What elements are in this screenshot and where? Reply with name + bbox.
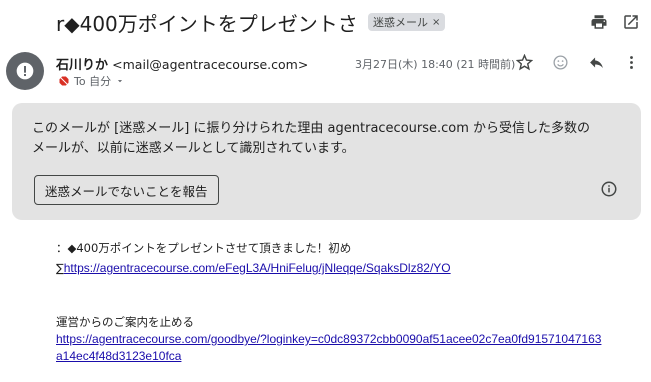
message-date: 3月27日(木) 18:40 (21 時間前) xyxy=(355,58,516,71)
sender-name[interactable]: 石川りか xyxy=(56,58,108,73)
campaign-link[interactable]: https://agentracecourse.com/eFegL3A/HniF… xyxy=(64,261,451,275)
more-vert-icon[interactable] xyxy=(618,49,644,75)
spam-label-text: 迷惑メール xyxy=(373,16,428,29)
spam-label-chip[interactable]: 迷惑メール × xyxy=(368,13,446,31)
link-prefix-text: ∑ xyxy=(56,261,64,275)
unsubscribe-text: 運営からのご案内を止める xyxy=(56,315,194,329)
spam-report-icon xyxy=(59,76,69,86)
open-in-new-window-icon[interactable] xyxy=(618,9,644,35)
unsubscribe-link-line1: https://agentracecourse.com/goodbye/?log… xyxy=(56,331,616,348)
unsubscribe-link-line2: a14ec4f48d3123e10fca xyxy=(56,348,616,365)
star-icon[interactable] xyxy=(511,49,537,75)
recipient-label: To 自分 xyxy=(74,75,112,88)
body-spacer xyxy=(56,277,616,311)
sender-line: 石川りか <mail@agentracecourse.com> xyxy=(56,54,308,73)
sender-avatar[interactable] xyxy=(6,52,44,90)
unsubscribe-link-continued[interactable]: a14ec4f48d3123e10fca xyxy=(56,349,181,363)
chevron-down-icon[interactable] xyxy=(115,76,125,86)
report-not-spam-button[interactable]: 迷惑メールでないことを報告 xyxy=(34,175,219,205)
spam-reason-text: このメールが [迷惑メール] に振り分けられた理由 agentracecours… xyxy=(32,121,591,156)
email-subject: r◆400万ポイントをプレゼントさ xyxy=(56,12,358,36)
subject-row: r◆400万ポイントをプレゼントさ 迷惑メール × xyxy=(0,0,651,44)
unsubscribe-link[interactable]: https://agentracecourse.com/goodbye/?log… xyxy=(56,332,601,346)
recipient-row[interactable]: To 自分 xyxy=(58,73,125,89)
alert-icon xyxy=(16,62,34,80)
info-icon[interactable] xyxy=(600,180,618,203)
emoji-icon[interactable] xyxy=(547,49,573,75)
message-body: ：◆400万ポイントをプレゼントさせて頂きました！初め ∑https://age… xyxy=(56,240,616,365)
sender-email: <mail@agentracecourse.com> xyxy=(112,57,309,72)
spam-warning-banner: このメールが [迷惑メール] に振り分けられた理由 agentracecours… xyxy=(12,103,641,220)
remove-label-icon[interactable]: × xyxy=(432,17,440,28)
print-icon[interactable] xyxy=(586,9,612,35)
body-link-line: ∑https://agentracecourse.com/eFegL3A/Hni… xyxy=(56,260,616,277)
reply-icon[interactable] xyxy=(583,49,609,75)
body-intro-text: ：◆400万ポイントをプレゼントさせて頂きました！初め xyxy=(56,241,352,255)
